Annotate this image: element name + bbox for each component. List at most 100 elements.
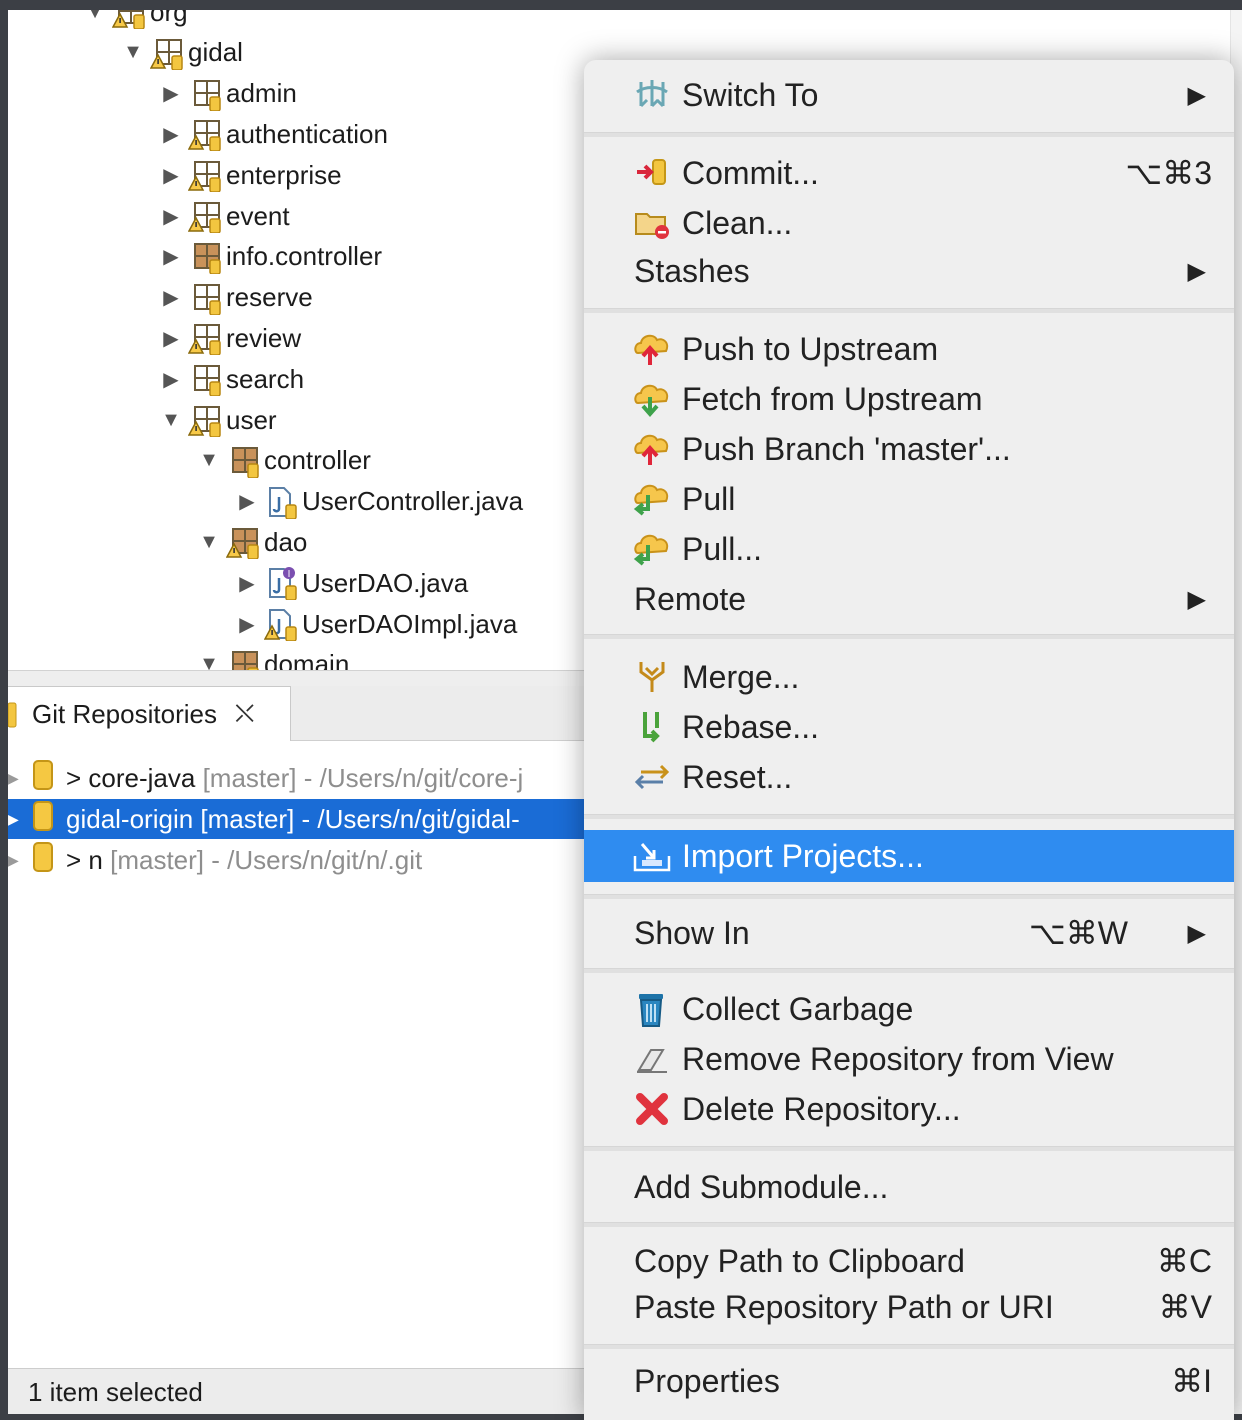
repo-branch: [master] bbox=[102, 844, 205, 875]
tree-item-label: user bbox=[226, 404, 277, 435]
repo-branch: [master] bbox=[195, 762, 297, 793]
menu-item-reset[interactable]: Reset... bbox=[584, 752, 1234, 802]
expanded-arrow-icon[interactable]: ▼ bbox=[80, 10, 110, 24]
tree-item[interactable]: ▶ UserController.java bbox=[232, 482, 523, 522]
menu-item-properties[interactable]: Properties ⌘I bbox=[584, 1356, 1234, 1406]
repository-row[interactable]: ▶ > core-java [master] - /Users/n/git/cor… bbox=[8, 758, 588, 798]
menu-item-show-in[interactable]: Show In ⌥⌘W ▶ bbox=[584, 908, 1234, 958]
collapsed-arrow-icon[interactable]: ▶ bbox=[232, 489, 262, 514]
menu-item-label: Remove Repository from View bbox=[682, 1040, 1114, 1077]
menu-item-delete-repository[interactable]: Delete Repository... bbox=[584, 1084, 1234, 1134]
repo-prefix: > bbox=[66, 762, 89, 793]
collapsed-arrow-icon[interactable]: ▶ bbox=[156, 81, 186, 106]
collapsed-arrow-icon[interactable]: ▶ bbox=[8, 770, 32, 787]
menu-item-stashes[interactable]: Stashes ▶ bbox=[584, 246, 1234, 296]
menu-item-label: Rebase... bbox=[682, 708, 819, 745]
menu-item-label: Switch To bbox=[682, 76, 819, 113]
repo-path: - /Users/n/git/core-j bbox=[296, 762, 524, 793]
shortcut-label: ⌘V bbox=[1158, 1289, 1212, 1325]
tree-item[interactable]: ▶ review bbox=[156, 318, 301, 358]
menu-item-switch-to[interactable]: Switch To ▶ bbox=[584, 70, 1234, 120]
tree-item[interactable]: ▶ enterprise bbox=[156, 155, 342, 195]
menu-item-clean[interactable]: Clean... bbox=[584, 198, 1234, 248]
collapsed-arrow-icon[interactable]: ▶ bbox=[156, 285, 186, 310]
tree-item-label: org bbox=[150, 10, 188, 27]
menu-item-remote[interactable]: Remote ▶ bbox=[584, 574, 1234, 624]
menu-item-paste-path[interactable]: Paste Repository Path or URI ⌘V bbox=[584, 1282, 1234, 1332]
collapsed-arrow-icon[interactable]: ▶ bbox=[8, 852, 32, 869]
repository-row[interactable]: ▶ > n [master] - /Users/n/git/n/.git bbox=[8, 840, 588, 880]
repository-row[interactable]: ▶ gidal-origin [master] - /Users/n/git/gi… bbox=[8, 799, 588, 839]
menu-item-pull-dialog[interactable]: Pull... bbox=[584, 524, 1234, 574]
package-icon bbox=[188, 77, 222, 111]
tree-item[interactable]: ▶ UserDAOImpl.java bbox=[232, 604, 517, 644]
merge-icon bbox=[632, 657, 672, 697]
view-splitter[interactable] bbox=[8, 670, 588, 687]
java-file-icon bbox=[264, 485, 298, 519]
collapsed-arrow-icon[interactable]: ▶ bbox=[156, 367, 186, 392]
expanded-arrow-icon[interactable]: ▼ bbox=[156, 409, 186, 432]
svg-text:I: I bbox=[288, 569, 291, 580]
tree-item[interactable]: ▶ event bbox=[156, 196, 290, 236]
menu-item-label: Delete Repository... bbox=[682, 1090, 961, 1127]
menu-separator bbox=[584, 132, 1234, 137]
tree-item-label: controller bbox=[264, 445, 371, 476]
package-warning-icon bbox=[112, 10, 146, 29]
collapsed-arrow-icon[interactable]: ▶ bbox=[156, 244, 186, 269]
menu-item-remove-repository[interactable]: Remove Repository from View bbox=[584, 1034, 1234, 1084]
menu-item-add-submodule[interactable]: Add Submodule... bbox=[584, 1162, 1234, 1212]
repo-branch: [master] bbox=[193, 803, 295, 834]
trash-icon bbox=[632, 989, 672, 1029]
tree-item[interactable]: ▼ org bbox=[80, 10, 188, 32]
tree-item[interactable]: ▶ admin bbox=[156, 74, 297, 114]
collapsed-arrow-icon[interactable]: ▶ bbox=[156, 204, 186, 229]
menu-item-collect-garbage[interactable]: Collect Garbage bbox=[584, 984, 1234, 1034]
menu-item-fetch-from-upstream[interactable]: Fetch from Upstream bbox=[584, 374, 1234, 424]
menu-item-label: Fetch from Upstream bbox=[682, 380, 983, 417]
collapsed-arrow-icon[interactable]: ▶ bbox=[156, 326, 186, 351]
tree-item-label: UserDAO.java bbox=[302, 567, 469, 598]
expanded-arrow-icon[interactable]: ▼ bbox=[194, 449, 224, 472]
commit-icon bbox=[632, 153, 672, 193]
menu-item-label: Reset... bbox=[682, 758, 793, 795]
tree-item-label: review bbox=[226, 322, 302, 353]
tree-item[interactable]: ▼ controller bbox=[194, 441, 371, 481]
menu-item-copy-path[interactable]: Copy Path to Clipboard ⌘C bbox=[584, 1236, 1234, 1286]
tree-item[interactable]: ▶ authentication bbox=[156, 114, 388, 154]
tree-item[interactable]: ▶ search bbox=[156, 359, 304, 399]
tree-item[interactable]: ▶ I UserDAO.java bbox=[232, 563, 468, 603]
tree-item[interactable]: ▼ dao bbox=[194, 522, 307, 562]
menu-item-label: Pull... bbox=[682, 530, 763, 567]
collapsed-arrow-icon[interactable]: ▶ bbox=[156, 163, 186, 188]
tree-item[interactable]: ▼ domain bbox=[194, 645, 349, 670]
menu-item-commit[interactable]: Commit... ⌥⌘3 bbox=[584, 148, 1234, 198]
collapsed-arrow-icon[interactable]: ▶ bbox=[232, 571, 262, 596]
menu-item-pull[interactable]: Pull bbox=[584, 474, 1234, 524]
menu-item-label: Commit... bbox=[682, 154, 819, 191]
tree-item[interactable]: ▶ reserve bbox=[156, 278, 313, 318]
menu-item-push-branch[interactable]: Push Branch 'master'... bbox=[584, 424, 1234, 474]
menu-item-merge[interactable]: Merge... bbox=[584, 652, 1234, 702]
tree-item[interactable]: ▶ info.controller bbox=[156, 237, 382, 277]
tree-item[interactable]: ▼ user bbox=[156, 400, 277, 440]
collapsed-arrow-icon[interactable]: ▶ bbox=[8, 811, 32, 828]
menu-item-rebase[interactable]: Rebase... bbox=[584, 702, 1234, 752]
tree-item[interactable]: ▼ gidal bbox=[118, 33, 243, 73]
pull-icon bbox=[632, 529, 672, 569]
expanded-arrow-icon[interactable]: ▼ bbox=[194, 531, 224, 554]
expanded-arrow-icon[interactable]: ▼ bbox=[194, 653, 224, 670]
status-text: 1 item selected bbox=[28, 1377, 203, 1407]
repo-prefix: > bbox=[66, 844, 89, 875]
collapsed-arrow-icon[interactable]: ▶ bbox=[232, 612, 262, 637]
menu-item-import-projects[interactable]: Import Projects... bbox=[584, 830, 1234, 882]
menu-item-label: Merge... bbox=[682, 658, 800, 695]
switch-branch-icon bbox=[632, 75, 672, 115]
menu-item-push-to-upstream[interactable]: Push to Upstream bbox=[584, 324, 1234, 374]
package-filled-icon bbox=[226, 444, 260, 478]
collapsed-arrow-icon[interactable]: ▶ bbox=[156, 122, 186, 147]
tab-git-repositories[interactable]: Git Repositories ⛌ bbox=[8, 686, 291, 741]
package-warning-icon bbox=[188, 321, 222, 356]
close-icon[interactable]: ⛌ bbox=[235, 698, 254, 730]
expanded-arrow-icon[interactable]: ▼ bbox=[118, 41, 148, 64]
project-explorer-tree: ▼ org ▼ gidal ▶ admin ▶ authentication ▶ enterpri… bbox=[8, 10, 588, 670]
